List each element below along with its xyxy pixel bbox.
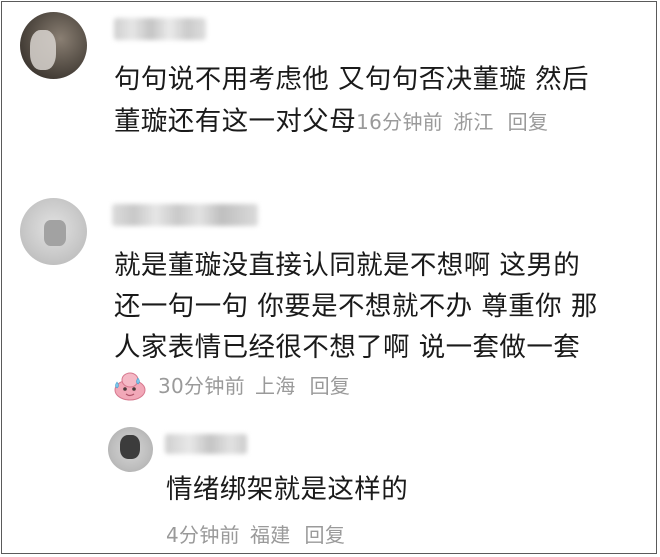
comment-meta: 4分钟前 福建 回复 xyxy=(166,520,355,550)
blurred-username[interactable] xyxy=(165,434,247,454)
comment-meta: 16分钟前 浙江 回复 xyxy=(356,110,558,134)
comment-meta-text: 30分钟前 上海 回复 xyxy=(158,371,360,401)
comment-text-line: 句句说不用考虑他 又句句否决董璇 然后 xyxy=(114,64,589,95)
reply-button[interactable]: 回复 xyxy=(310,374,351,398)
comment-time: 4分钟前 xyxy=(166,523,240,547)
avatar[interactable] xyxy=(108,427,153,472)
comment-location: 上海 xyxy=(254,374,296,398)
comment-text-line: 人家表情已经很不想了啊 说一套做一套 xyxy=(114,332,581,363)
comment-location: 浙江 xyxy=(453,110,494,134)
sweaty-pink-face-sticker-icon xyxy=(114,372,146,401)
reply-button[interactable]: 回复 xyxy=(305,523,346,547)
comment-location: 福建 xyxy=(249,523,291,547)
comment-time: 16分钟前 xyxy=(356,110,444,134)
comment-text-line: 就是董璇没直接认同就是不想啊 这男的 xyxy=(114,250,581,281)
comment-time: 30分钟前 xyxy=(158,374,245,398)
blurred-username[interactable] xyxy=(114,18,206,40)
comment-text-line-part: 董璇还有这一对父母 xyxy=(114,106,357,137)
blurred-username[interactable] xyxy=(112,204,258,226)
comment-text-line: 还一句一句 你要是不想就不办 尊重你 那 xyxy=(114,291,598,322)
comment-text-line: 情绪绑架就是这样的 xyxy=(166,474,409,505)
reply-button[interactable]: 回复 xyxy=(508,110,549,134)
avatar[interactable] xyxy=(20,12,87,79)
comment-text-line: 董璇还有这一对父母16分钟前 浙江 回复 xyxy=(114,100,558,145)
avatar[interactable] xyxy=(20,198,87,265)
